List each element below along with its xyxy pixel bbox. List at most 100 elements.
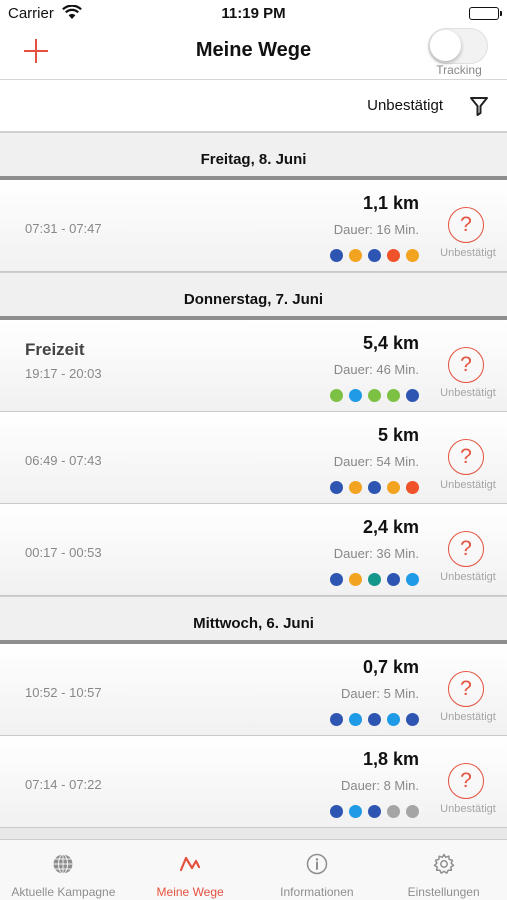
trip-time-range: 19:17 - 20:03 (25, 366, 102, 381)
transport-mode-dot (368, 481, 381, 494)
transport-mode-dots (330, 389, 419, 402)
trip-duration: Dauer: 8 Min. (340, 778, 419, 793)
trip-status-label: Unbestätigt (440, 803, 496, 815)
section-date-title: Mittwoch, 6. Juni (193, 615, 314, 632)
filter-status-label[interactable]: Unbestätigt (367, 97, 443, 114)
trip-distance: 5,4 km (362, 333, 419, 353)
trip-status-label: Unbestätigt (440, 571, 496, 583)
trip-row[interactable]: 00:17 - 00:53 2,4 km Dauer: 36 Min.? Unbest… (0, 504, 507, 596)
transport-mode-dot (330, 389, 343, 402)
trip-time-range: 07:31 - 07:47 (25, 221, 102, 236)
trip-distance: 1,1 km (362, 193, 419, 213)
tracking-toggle[interactable] (428, 28, 488, 64)
clock: 11:19 PM (221, 5, 286, 22)
transport-mode-dot (406, 573, 419, 586)
trip-status-label: Unbestätigt (440, 711, 496, 723)
section-header: Freitag, 8. Juni (0, 132, 507, 180)
info-icon (306, 853, 328, 875)
trip-status-label: Unbestätigt (440, 247, 496, 259)
tab-label: Einstellungen (407, 885, 480, 899)
battery-icon (469, 7, 502, 20)
trip-row[interactable]: 07:14 - 07:22 1,8 km Dauer: 8 Min.? Unbestä… (0, 736, 507, 828)
transport-mode-dots (330, 573, 419, 586)
trip-row[interactable]: 06:49 - 07:43 5 km Dauer: 54 Min.? Unbestät… (0, 412, 507, 504)
transport-mode-dot (406, 805, 419, 818)
trip-row[interactable]: 07:31 - 07:47 1,1 km Dauer: 16 Min.? Unbest… (0, 180, 507, 272)
section-date-title: Freitag, 8. Juni (200, 151, 307, 168)
transport-mode-dot (330, 805, 343, 818)
transport-mode-dot (406, 481, 419, 494)
trip-duration: Dauer: 16 Min. (333, 222, 419, 237)
transport-mode-dot (406, 249, 419, 262)
transport-mode-dot (387, 481, 400, 494)
trip-status-label: Unbestätigt (440, 387, 496, 399)
trip-distance: 1,8 km (362, 749, 419, 769)
transport-mode-dot (368, 573, 381, 586)
tracking-label: Tracking (436, 63, 482, 77)
section-header: Mittwoch, 6. Juni (0, 596, 507, 644)
transport-mode-dot (349, 389, 362, 402)
trip-duration: Dauer: 54 Min. (333, 454, 419, 469)
trip-distance: 5 km (377, 425, 419, 445)
transport-mode-dot (349, 573, 362, 586)
trip-duration: Dauer: 46 Min. (333, 362, 419, 377)
trip-duration: Dauer: 36 Min. (333, 546, 419, 561)
section-header: Donnerstag, 7. Juni (0, 272, 507, 320)
transport-mode-dot (368, 249, 381, 262)
transport-mode-dot (387, 573, 400, 586)
transport-mode-dot (349, 481, 362, 494)
gear-icon (433, 853, 455, 875)
trip-status-label: Unbestätigt (440, 479, 496, 491)
tab-bar: Aktuelle Kampagne Meine Wege Information… (0, 839, 507, 900)
trip-row[interactable]: 10:52 - 10:57 0,7 km Dauer: 5 Min.? Unbestä… (0, 644, 507, 736)
trip-duration: Dauer: 5 Min. (340, 686, 419, 701)
transport-mode-dots (330, 249, 419, 262)
tab-meine-wege[interactable]: Meine Wege (127, 840, 254, 900)
tab-einstellungen[interactable]: Einstellungen (380, 840, 507, 900)
transport-mode-dot (387, 249, 400, 262)
question-mark-icon[interactable]: ? (448, 671, 484, 707)
transport-mode-dot (330, 249, 343, 262)
transport-mode-dot (349, 249, 362, 262)
transport-mode-dot (368, 713, 381, 726)
transport-mode-dot (387, 389, 400, 402)
trip-row[interactable]: Freizeit 19:17 - 20:03 5,4 km Dauer: 46 Min… (0, 320, 507, 412)
transport-mode-dot (368, 805, 381, 818)
transport-mode-dot (406, 713, 419, 726)
trip-time-range: 07:14 - 07:22 (25, 777, 102, 792)
transport-mode-dot (387, 713, 400, 726)
trip-purpose: Freizeit (25, 340, 85, 359)
tab-label: Aktuelle Kampagne (11, 885, 116, 899)
transport-mode-dots (330, 805, 419, 818)
tab-label: Informationen (280, 885, 354, 899)
transport-mode-dot (349, 713, 362, 726)
transport-mode-dot (349, 805, 362, 818)
transport-mode-dots (330, 713, 419, 726)
filter-icon[interactable] (469, 95, 489, 117)
transport-mode-dot (368, 389, 381, 402)
tab-informationen[interactable]: Informationen (254, 840, 381, 900)
transport-mode-dot (330, 713, 343, 726)
section-date-title: Donnerstag, 7. Juni (183, 291, 324, 308)
transport-mode-dot (330, 481, 343, 494)
question-mark-icon[interactable]: ? (448, 347, 484, 383)
route-icon (179, 853, 201, 875)
transport-mode-dot (330, 573, 343, 586)
status-bar: Carrier 11:19 PM (0, 0, 507, 28)
tab-label: Meine Wege (156, 885, 224, 899)
trip-list[interactable]: Freitag, 8. Juni 07:31 - 07:47 1,1 km Dauer… (0, 132, 507, 839)
transport-mode-dot (387, 805, 400, 818)
question-mark-icon[interactable]: ? (448, 439, 484, 475)
trip-time-range: 06:49 - 07:43 (25, 453, 102, 468)
filter-bar: Unbestätigt (0, 80, 507, 132)
question-mark-icon[interactable]: ? (448, 207, 484, 243)
trip-time-range: 00:17 - 00:53 (25, 545, 102, 560)
question-mark-icon[interactable]: ? (448, 763, 484, 799)
toggle-knob (430, 30, 461, 61)
globe-icon (52, 853, 74, 875)
trip-distance: 0,7 km (362, 657, 419, 677)
tab-aktuelle-kampagne[interactable]: Aktuelle Kampagne (0, 840, 127, 900)
navigation-bar: Meine Wege Tracking (0, 28, 507, 80)
question-mark-icon[interactable]: ? (448, 531, 484, 567)
trip-time-range: 10:52 - 10:57 (25, 685, 102, 700)
